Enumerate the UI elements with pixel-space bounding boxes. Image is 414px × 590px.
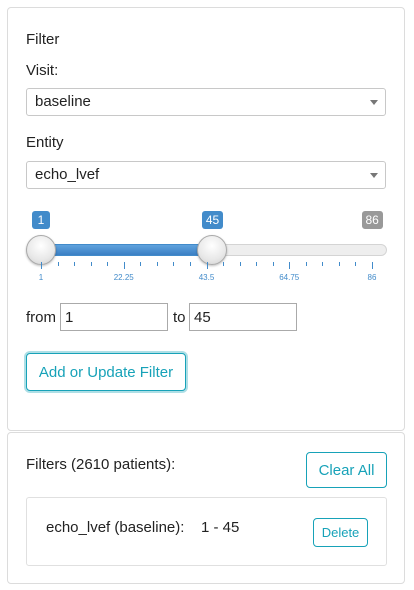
slider-max-badge: 86: [361, 211, 383, 229]
slider-from-handle[interactable]: [26, 235, 56, 265]
active-filters-panel: Filters (2610 patients): Clear All echo_…: [7, 432, 405, 584]
visit-select[interactable]: baseline: [26, 88, 386, 116]
slider-minor-tick: [157, 262, 158, 266]
slider-major-tick: [41, 262, 42, 269]
slider-minor-tick: [223, 262, 224, 266]
slider-major-tick: [289, 262, 290, 269]
add-update-filter-button[interactable]: Add or Update Filter: [26, 353, 186, 391]
filters-title: Filters (2610 patients):: [26, 456, 176, 473]
from-input[interactable]: [60, 303, 168, 331]
slider-minor-tick: [273, 262, 274, 266]
slider-minor-tick: [256, 262, 257, 266]
slider-tick-label: 64.75: [279, 273, 300, 282]
slider-tick-label: 22.25: [113, 273, 134, 282]
entity-label: Entity: [26, 134, 64, 151]
entity-select-value: echo_lvef: [35, 166, 100, 183]
slider-minor-tick: [107, 262, 108, 266]
chevron-down-icon: [370, 100, 378, 105]
slider-tick-label: 1: [38, 273, 44, 282]
from-label: from: [26, 309, 56, 326]
slider-minor-tick: [74, 262, 75, 266]
slider-minor-tick: [173, 262, 174, 266]
filter-item: echo_lvef (baseline): 1 - 45 Delete: [26, 497, 387, 566]
filter-panel: Filter Visit: baseline Entity echo_lvef …: [7, 7, 405, 431]
slider-to-handle[interactable]: [197, 235, 228, 265]
filter-item-range: 1 - 45: [201, 519, 240, 536]
clear-all-button[interactable]: Clear All: [306, 452, 387, 488]
slider-major-tick: [124, 262, 125, 269]
slider-tick-label: 86: [367, 273, 377, 282]
slider-tick-label: 43.5: [198, 273, 215, 282]
entity-select[interactable]: echo_lvef: [26, 161, 386, 189]
slider-minor-tick: [339, 262, 340, 266]
delete-filter-button[interactable]: Delete: [313, 518, 368, 547]
slider-minor-tick: [322, 262, 323, 266]
slider-major-tick: [207, 262, 208, 269]
slider-minor-tick: [58, 262, 59, 266]
slider-minor-tick: [190, 262, 191, 266]
to-input[interactable]: [189, 303, 297, 331]
slider-minor-tick: [140, 262, 141, 266]
slider-to-badge: 45: [201, 211, 224, 229]
filter-item-name: echo_lvef (baseline):: [46, 519, 185, 536]
slider-minor-tick: [355, 262, 356, 266]
slider-major-tick: [372, 262, 373, 269]
slider-minor-tick: [306, 262, 307, 266]
slider-from-badge: 1: [32, 211, 50, 229]
chevron-down-icon: [370, 173, 378, 178]
visit-select-value: baseline: [35, 93, 91, 110]
visit-label: Visit:: [26, 62, 59, 79]
slider-minor-tick: [91, 262, 92, 266]
to-label: to: [173, 309, 186, 326]
filter-title: Filter: [26, 31, 60, 48]
slider-selected-range: [41, 244, 213, 256]
slider-minor-tick: [240, 262, 241, 266]
